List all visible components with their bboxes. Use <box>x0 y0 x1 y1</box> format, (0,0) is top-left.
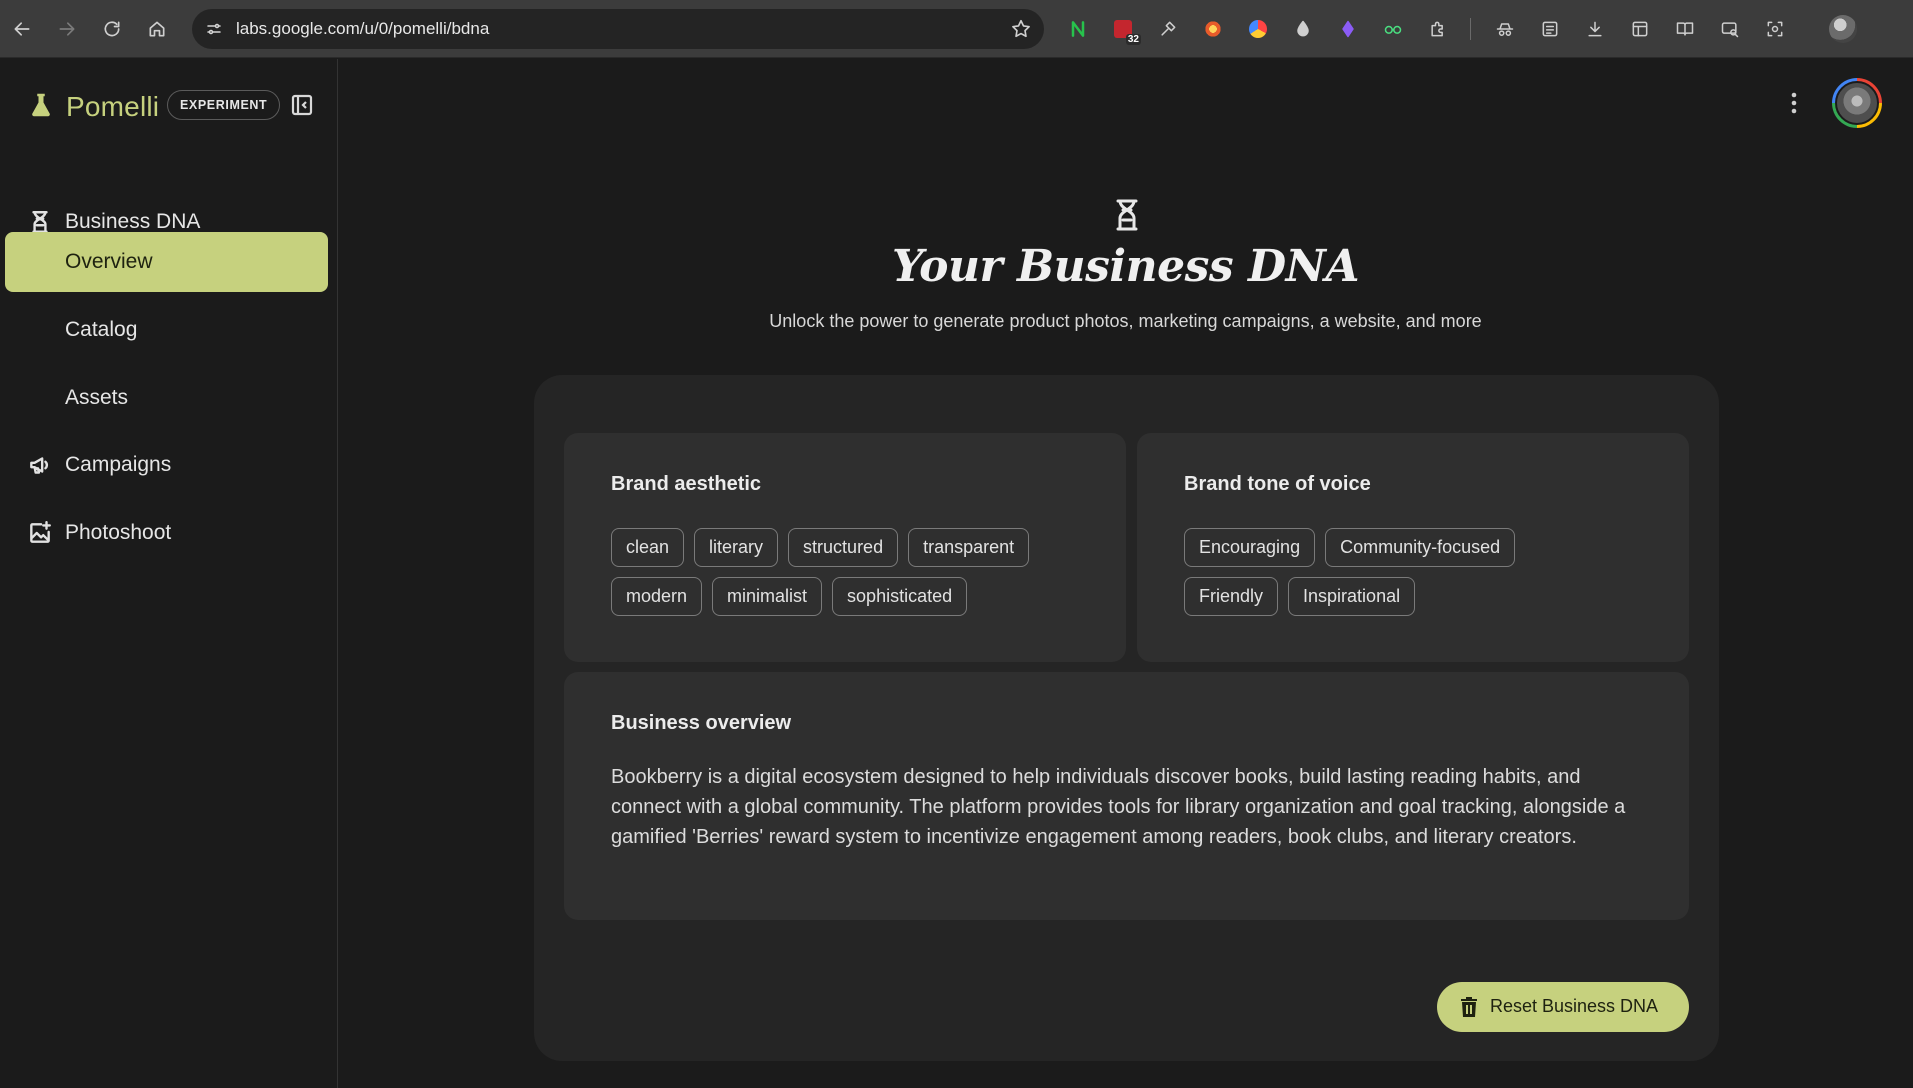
incognito-icon[interactable] <box>1493 17 1517 41</box>
aesthetic-chip[interactable]: literary <box>694 528 779 567</box>
extension-color-icon[interactable] <box>1246 17 1270 41</box>
app-root: Pomelli EXPERIMENT Business DNA Overview… <box>0 59 1913 1088</box>
reset-button-label: Reset Business DNA <box>1490 996 1659 1016</box>
tone-chip[interactable]: Community-focused <box>1325 528 1516 567</box>
business-dna-panel: Brand aesthetic clean literary structure… <box>534 375 1719 1061</box>
reading-list-icon[interactable] <box>1538 17 1562 41</box>
reset-business-dna-button[interactable]: Reset Business DNA <box>1437 982 1689 1032</box>
brand-aesthetic-chips: clean literary structured transparent mo… <box>611 528 1081 616</box>
brand-aesthetic-card: Brand aesthetic clean literary structure… <box>564 433 1126 662</box>
app-name: Pomelli <box>66 91 160 122</box>
browser-profile-avatar[interactable] <box>1829 15 1857 43</box>
sidebar-item-label: Catalog <box>65 318 138 341</box>
extensions-puzzle-icon[interactable] <box>1426 17 1450 41</box>
browser-toolbar: labs.google.com/u/0/pomelli/bdna 32 <box>0 0 1913 58</box>
reload-button[interactable] <box>95 12 129 46</box>
extension-purple-icon[interactable] <box>1336 17 1360 41</box>
sidebar-item-label: Overview <box>65 250 153 273</box>
home-button[interactable] <box>140 12 174 46</box>
experiment-badge: EXPERIMENT <box>167 90 281 120</box>
extension-tool-icon[interactable] <box>1156 17 1180 41</box>
business-overview-card: Business overview Bookberry is a digital… <box>564 672 1689 920</box>
flask-icon <box>26 90 56 125</box>
brand-aesthetic-title: Brand aesthetic <box>611 473 762 495</box>
download-icon[interactable] <box>1583 17 1607 41</box>
brand-tone-title: Brand tone of voice <box>1184 473 1371 495</box>
delete-icon <box>1461 997 1479 1017</box>
home-icon <box>149 21 165 37</box>
screenshot-icon[interactable] <box>1763 17 1787 41</box>
back-button[interactable] <box>5 12 39 46</box>
tone-chip[interactable]: Inspirational <box>1288 577 1416 616</box>
extension-n-icon[interactable] <box>1066 17 1090 41</box>
dna-hero-icon <box>1113 198 1141 232</box>
sidebar: Pomelli EXPERIMENT Business DNA Overview… <box>0 59 338 1088</box>
megaphone-icon <box>25 450 55 480</box>
sidebar-item-label: Photoshoot <box>65 521 172 544</box>
extension-badge-icon[interactable]: 32 <box>1111 17 1141 45</box>
aesthetic-chip[interactable]: minimalist <box>712 577 823 616</box>
tab-layout-icon[interactable] <box>1628 17 1652 41</box>
brand-logo[interactable]: Pomelli <box>26 87 159 127</box>
forward-button[interactable] <box>50 12 84 46</box>
url-text[interactable]: labs.google.com/u/0/pomelli/bdna <box>236 19 489 39</box>
sidebar-item-campaigns[interactable]: Campaigns <box>5 435 328 495</box>
extension-drop-icon[interactable] <box>1291 17 1315 41</box>
extension-badge-count: 32 <box>1125 34 1141 45</box>
page-title: Your Business DNA <box>892 241 1359 292</box>
aesthetic-chip[interactable]: modern <box>611 577 703 616</box>
collapse-sidebar-button[interactable] <box>288 91 316 119</box>
site-info-icon[interactable] <box>202 17 226 41</box>
user-avatar[interactable] <box>1832 78 1882 128</box>
page-subtitle: Unlock the power to generate product pho… <box>769 311 1482 331</box>
sidebar-item-assets[interactable]: Assets <box>5 368 328 428</box>
business-overview-text: Bookberry is a digital ecosystem designe… <box>611 766 1626 848</box>
extension-glasses-icon[interactable] <box>1381 17 1405 41</box>
sidebar-collapse-icon <box>291 94 313 116</box>
sidebar-item-overview[interactable]: Overview <box>5 232 328 292</box>
aesthetic-chip[interactable]: sophisticated <box>832 577 968 616</box>
more-options-button[interactable] <box>1781 83 1807 123</box>
arrow-right-icon <box>59 22 75 36</box>
aesthetic-chip[interactable]: clean <box>611 528 685 567</box>
sidebar-item-label: Assets <box>65 386 129 409</box>
business-overview-title: Business overview <box>611 712 792 734</box>
sidebar-item-label: Campaigns <box>65 453 172 476</box>
photo-sparkle-icon <box>25 518 55 548</box>
arrow-left-icon <box>14 22 30 36</box>
more-vert-icon <box>1791 92 1797 114</box>
brand-tone-chips: Encouraging Community-focused Friendly I… <box>1184 528 1584 616</box>
sidebar-item-photoshoot[interactable]: Photoshoot <box>5 503 328 563</box>
bookmark-star-icon[interactable] <box>1010 18 1032 40</box>
sidebar-item-catalog[interactable]: Catalog <box>5 300 328 360</box>
reader-mode-icon[interactable] <box>1673 17 1697 41</box>
aesthetic-chip[interactable]: structured <box>788 528 899 567</box>
tone-chip[interactable]: Encouraging <box>1184 528 1316 567</box>
aesthetic-chip[interactable]: transparent <box>908 528 1030 567</box>
reload-icon <box>104 21 120 37</box>
extension-sun-icon[interactable] <box>1201 17 1225 41</box>
lens-search-icon[interactable] <box>1718 17 1742 41</box>
address-bar[interactable]: labs.google.com/u/0/pomelli/bdna <box>192 9 1044 49</box>
tone-chip[interactable]: Friendly <box>1184 577 1279 616</box>
brand-tone-card: Brand tone of voice Encouraging Communit… <box>1137 433 1689 662</box>
sidebar-item-label: Business DNA <box>65 210 201 233</box>
